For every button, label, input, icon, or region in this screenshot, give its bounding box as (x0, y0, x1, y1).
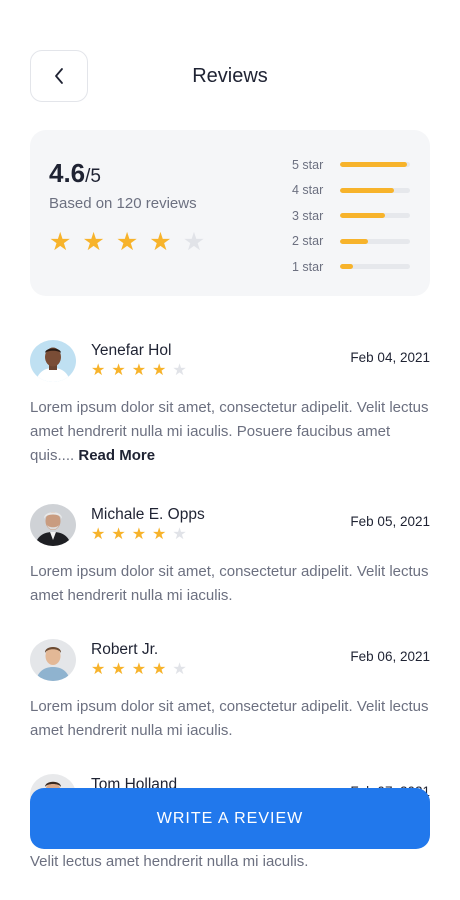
breakdown-bar-fill (340, 264, 354, 270)
review-stars: ★ ★ ★ ★ ★ (91, 661, 187, 679)
reviewer-name: Yenefar Hol (91, 342, 172, 359)
star-filled-icon: ★ (152, 362, 167, 379)
page-title: Reviews (192, 65, 268, 87)
review-date: Feb 06, 2021 (350, 649, 430, 664)
star-empty-icon: ★ (172, 362, 187, 379)
breakdown-row-3: 3 star (284, 203, 412, 229)
breakdown-label: 5 star (292, 157, 324, 172)
breakdown-row-5: 5 star (284, 152, 412, 178)
star-filled-icon: ★ (152, 661, 167, 678)
breakdown-bar (340, 213, 410, 219)
person-avatar-icon (30, 639, 76, 681)
breakdown-row-2: 2 star (284, 229, 412, 255)
star-filled-icon: ★ (82, 228, 105, 256)
star-filled-icon: ★ (111, 661, 126, 678)
star-empty-icon: ★ (182, 228, 206, 256)
review-stars: ★ ★ ★ ★ ★ (91, 526, 187, 544)
header: Reviews (0, 0, 460, 120)
reviewer-name: Robert Jr. (91, 641, 159, 658)
breakdown-row-1: 1 star (284, 254, 412, 280)
breakdown-label: 1 star (292, 259, 324, 274)
avatar (30, 340, 76, 382)
review-count-text: Based on 120 reviews (49, 195, 197, 212)
star-filled-icon: ★ (131, 526, 147, 543)
reviewer-name: Michale E. Opps (91, 506, 205, 523)
breakdown-bar-fill (340, 238, 368, 244)
summary-stars: ★ ★ ★ ★ ★ (49, 230, 205, 255)
star-empty-icon: ★ (172, 661, 187, 678)
star-filled-icon: ★ (111, 526, 126, 543)
star-filled-icon: ★ (91, 526, 106, 543)
breakdown-bar-fill (340, 162, 407, 168)
person-avatar-icon (30, 340, 76, 382)
breakdown-label: 4 star (292, 183, 324, 198)
star-empty-icon: ★ (172, 526, 187, 543)
breakdown-label: 2 star (292, 234, 324, 249)
star-filled-icon: ★ (111, 362, 126, 379)
breakdown-bar-fill (340, 213, 385, 219)
average-rating-value: 4.6 (49, 158, 86, 188)
star-filled-icon: ★ (91, 661, 106, 678)
star-filled-icon: ★ (152, 526, 167, 543)
star-filled-icon: ★ (91, 362, 106, 379)
write-review-button[interactable]: WRITE A REVIEW (30, 788, 430, 849)
breakdown-label: 3 star (292, 208, 324, 223)
breakdown-bar (340, 187, 410, 193)
star-filled-icon: ★ (131, 661, 147, 678)
breakdown-bar (340, 264, 410, 270)
read-more-link[interactable]: Read More (78, 447, 155, 464)
breakdown-bar-fill (340, 187, 394, 193)
star-filled-icon: ★ (149, 228, 172, 256)
review-text: Lorem ipsum dolor sit amet, consectetur … (30, 698, 429, 739)
rating-summary-card: 4.6/5 Based on 120 reviews ★ ★ ★ ★ ★ 5 star … (30, 130, 430, 296)
review-stars: ★ ★ ★ ★ ★ (91, 362, 187, 380)
average-rating: 4.6/5 (49, 158, 101, 189)
star-filled-icon: ★ (115, 228, 139, 256)
breakdown-bar (340, 238, 410, 244)
review-date: Feb 05, 2021 (350, 514, 430, 529)
review-text: Lorem ipsum dolor sit amet, consectetur … (30, 563, 429, 604)
person-avatar-icon (30, 504, 76, 546)
review-text: Velit lectus amet hendrerit nulla mi iac… (30, 853, 309, 870)
avatar (30, 504, 76, 546)
star-filled-icon: ★ (131, 362, 147, 379)
review-date: Feb 04, 2021 (350, 350, 430, 365)
avatar (30, 639, 76, 681)
average-rating-max: /5 (85, 166, 102, 187)
breakdown-bar (340, 162, 410, 168)
star-filled-icon: ★ (49, 228, 72, 256)
review-text: Lorem ipsum dolor sit amet, consectetur … (30, 396, 430, 468)
rating-breakdown: 5 star 4 star 3 star 2 star 1 star (284, 152, 412, 280)
breakdown-row-4: 4 star (284, 178, 412, 204)
